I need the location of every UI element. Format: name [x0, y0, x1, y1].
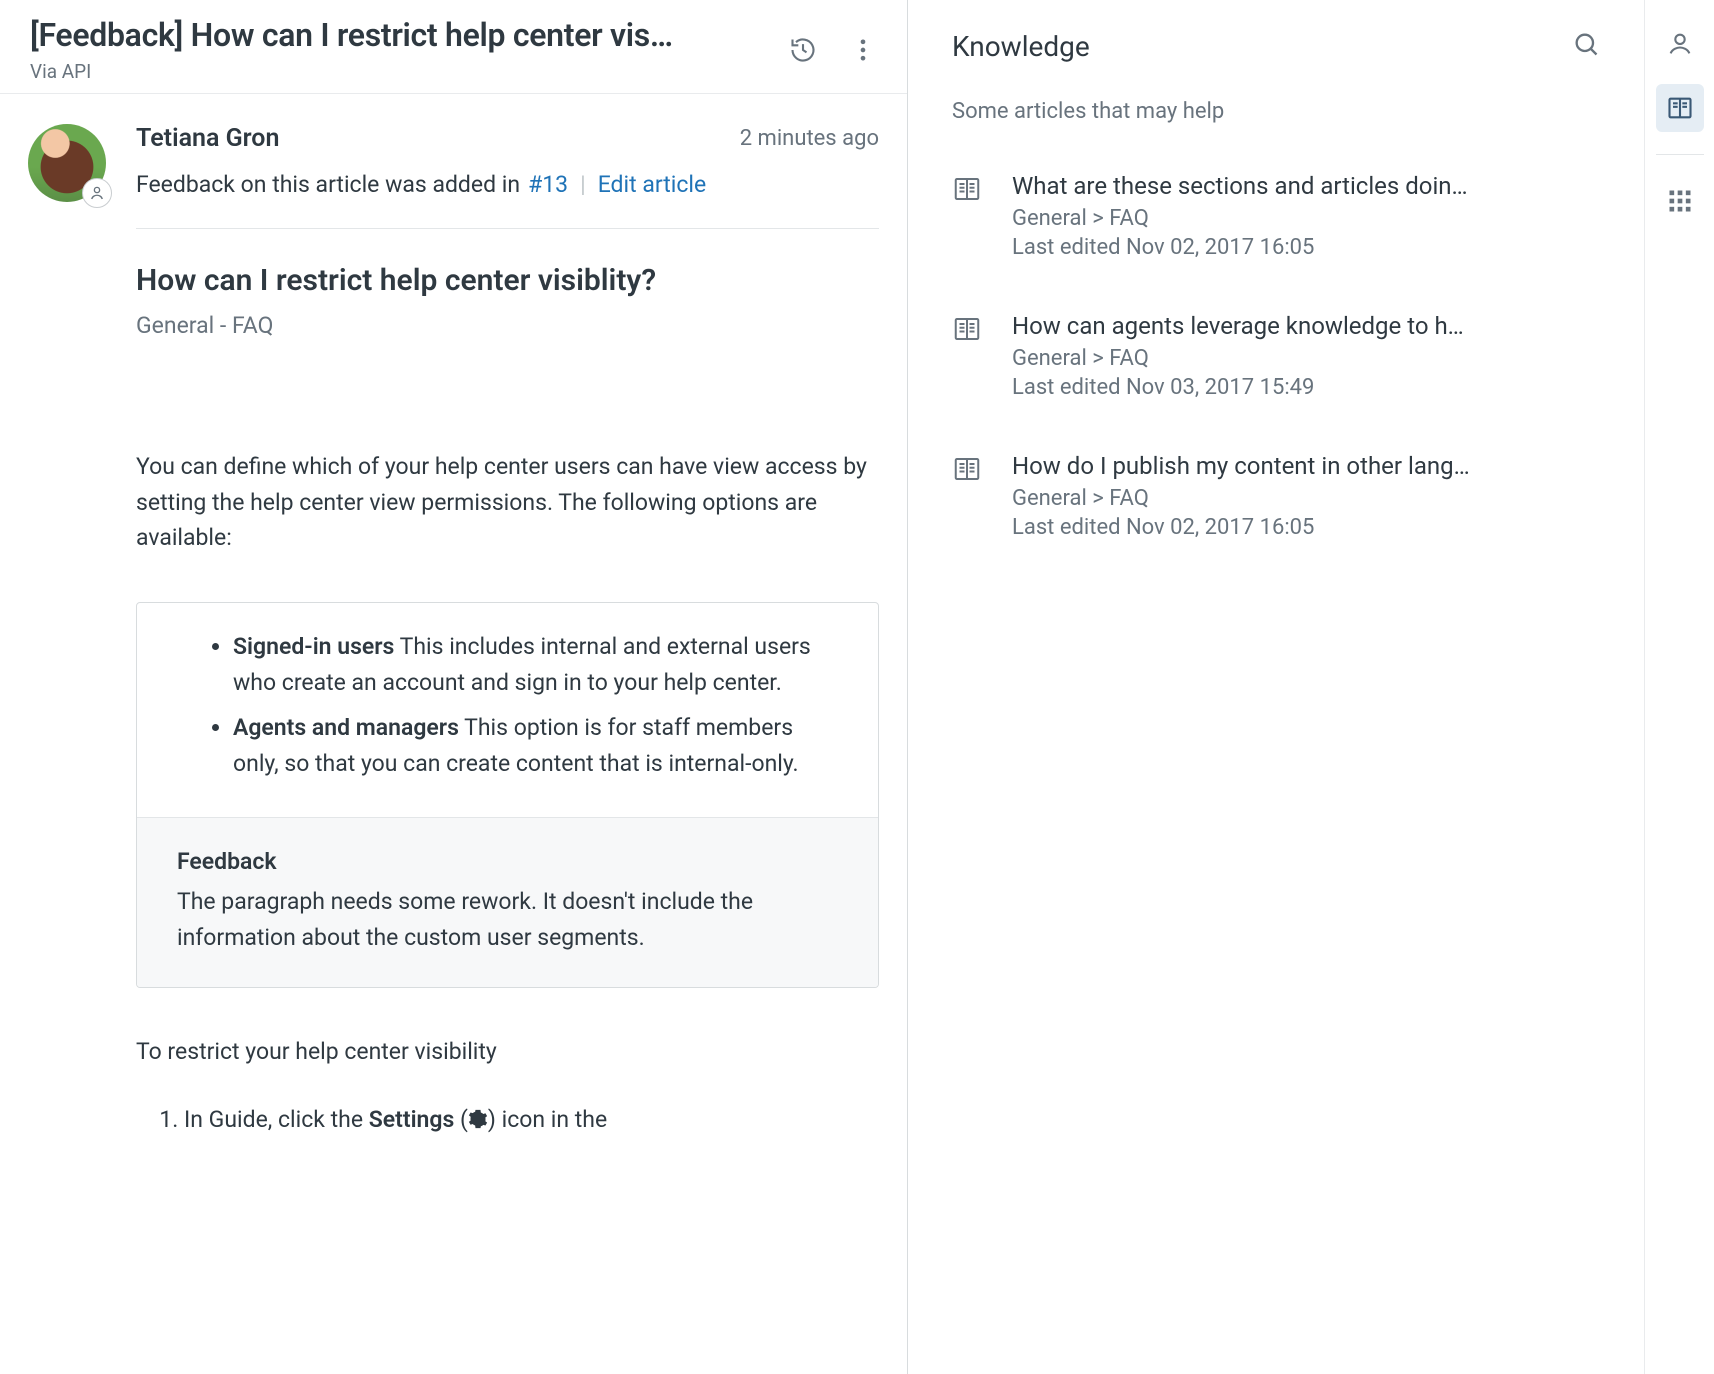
- list-item: Agents and managers This option is for s…: [233, 710, 838, 781]
- article-icon: [952, 174, 986, 260]
- step-item: In Guide, click the Settings () icon in …: [184, 1102, 879, 1138]
- user-badge-icon: [82, 178, 112, 208]
- history-icon[interactable]: [787, 34, 819, 66]
- apps-grid-icon[interactable]: [1656, 177, 1704, 225]
- knowledge-subtitle: Some articles that may help: [952, 99, 1600, 124]
- feedback-heading: Feedback: [177, 844, 838, 880]
- article-title: What are these sections and articles doi…: [1012, 172, 1600, 200]
- article-title: How can agents leverage knowledge to h…: [1012, 312, 1600, 340]
- ticket-link[interactable]: #13: [528, 171, 568, 198]
- article-path: General > FAQ: [1012, 206, 1600, 231]
- ticket-pane: [Feedback] How can I restrict help cente…: [0, 0, 908, 1374]
- article-path: General > FAQ: [1012, 346, 1600, 371]
- article-title: How can I restrict help center visiblity…: [136, 263, 879, 298]
- user-icon[interactable]: [1656, 20, 1704, 68]
- ticket-header: [Feedback] How can I restrict help cente…: [0, 0, 907, 94]
- ticket-channel: Via API: [30, 60, 771, 83]
- list-item: Signed-in users This includes internal a…: [233, 629, 838, 700]
- search-icon[interactable]: [1572, 30, 1600, 63]
- article-intro: You can define which of your help center…: [136, 449, 879, 556]
- more-icon[interactable]: [847, 34, 879, 66]
- timestamp: 2 minutes ago: [740, 126, 879, 151]
- breadcrumb: General - FAQ: [136, 312, 879, 339]
- article-icon: [952, 454, 986, 540]
- article-edited: Last edited Nov 02, 2017 16:05: [1012, 515, 1600, 540]
- article-path: General > FAQ: [1012, 486, 1600, 511]
- knowledge-title: Knowledge: [952, 30, 1090, 63]
- article-edited: Last edited Nov 03, 2017 15:49: [1012, 375, 1600, 400]
- article-icon: [952, 314, 986, 400]
- knowledge-article[interactable]: What are these sections and articles doi…: [952, 172, 1600, 260]
- options-box: Signed-in users This includes internal a…: [136, 602, 879, 988]
- author-name: Tetiana Gron: [136, 124, 279, 153]
- outro-text: To restrict your help center visibility: [136, 1034, 879, 1070]
- feedback-text: Feedback on this article was added in: [136, 171, 520, 198]
- option-term: Agents and managers: [233, 714, 459, 741]
- gear-icon: [468, 1106, 488, 1133]
- avatar[interactable]: [28, 124, 106, 202]
- knowledge-article[interactable]: How do I publish my content in other lan…: [952, 452, 1600, 540]
- app-rail: [1644, 0, 1714, 1374]
- option-term: Signed-in users: [233, 633, 394, 660]
- knowledge-icon[interactable]: [1656, 84, 1704, 132]
- knowledge-pane: Knowledge Some articles that may help Wh…: [908, 0, 1644, 1374]
- separator: |: [576, 171, 590, 198]
- article-title: How do I publish my content in other lan…: [1012, 452, 1600, 480]
- knowledge-article[interactable]: How can agents leverage knowledge to h… …: [952, 312, 1600, 400]
- article-edited: Last edited Nov 02, 2017 16:05: [1012, 235, 1600, 260]
- feedback-body: The paragraph needs some rework. It does…: [177, 884, 838, 955]
- ticket-title: [Feedback] How can I restrict help cente…: [30, 16, 771, 54]
- edit-article-link[interactable]: Edit article: [598, 171, 706, 198]
